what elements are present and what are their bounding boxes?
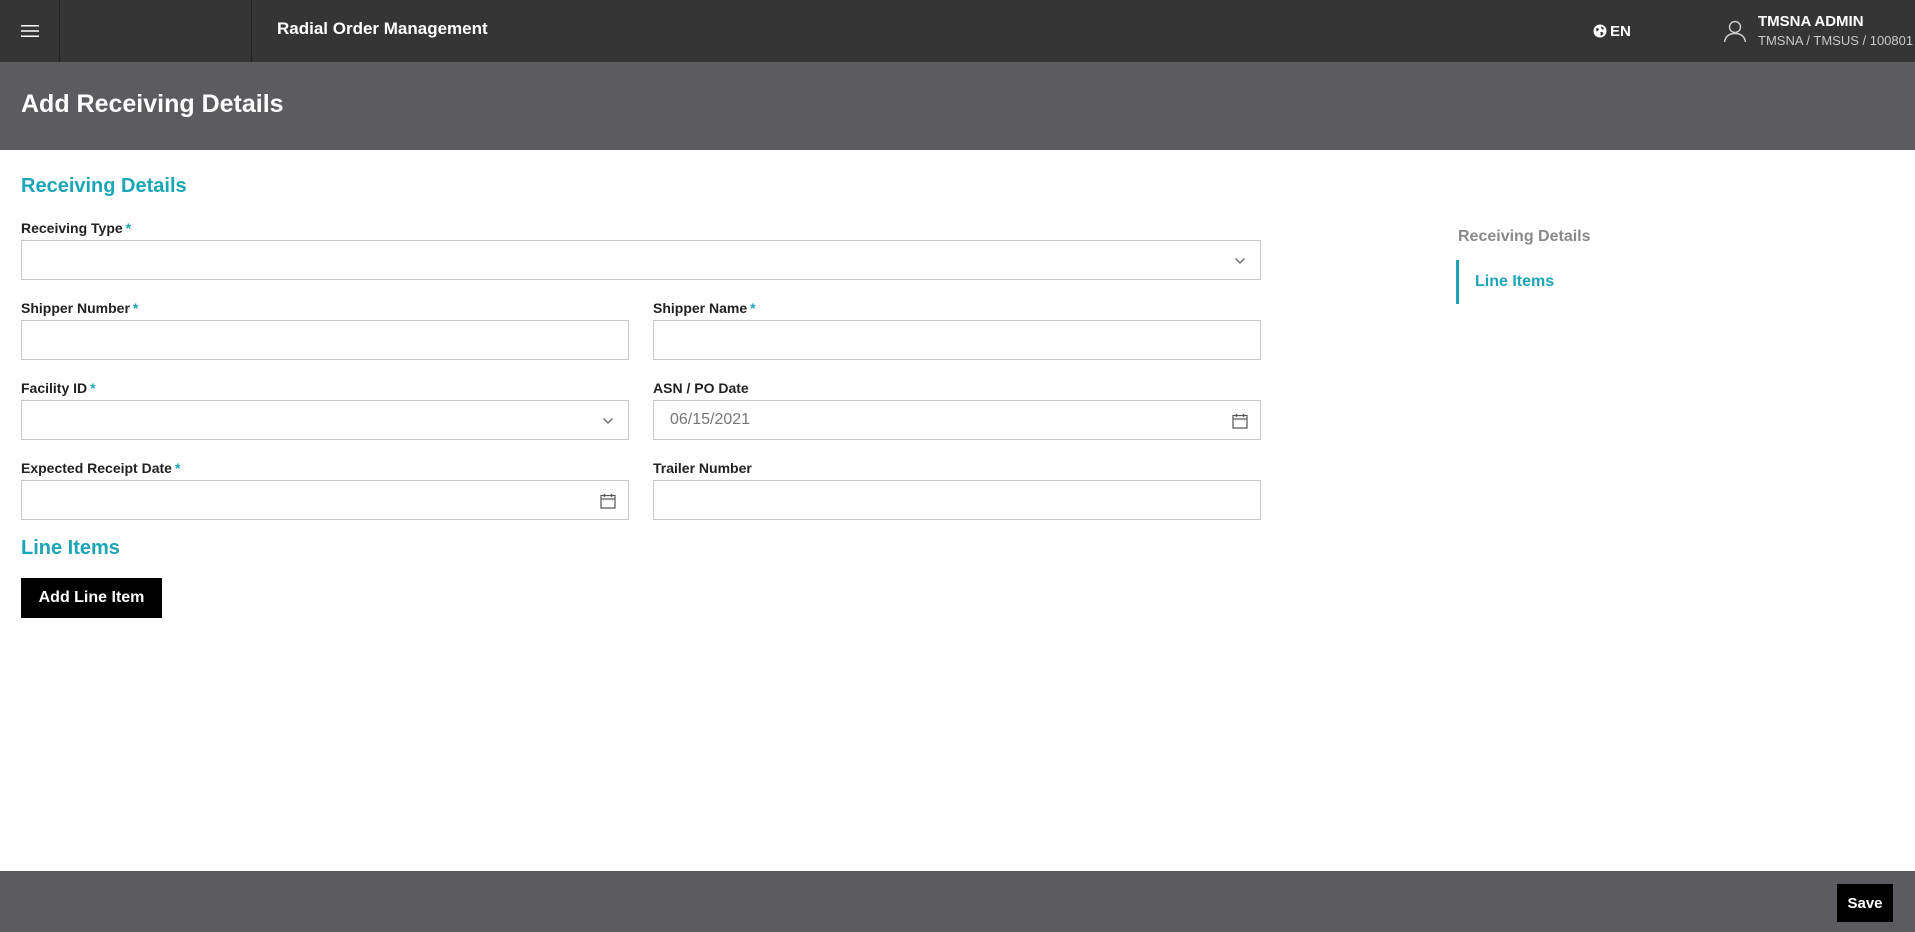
calendar-icon[interactable] [1230, 411, 1250, 431]
page-header: Add Receiving Details [0, 62, 1915, 150]
top-bar: Radial Order Management EN TMSNA ADMIN T… [0, 0, 1915, 62]
hamburger-icon [20, 25, 39, 37]
facility-id-select[interactable] [21, 400, 629, 440]
required-marker: * [125, 220, 132, 236]
user-name: TMSNA ADMIN [1758, 13, 1864, 30]
trailer-number-input[interactable] [654, 481, 1260, 519]
trailer-number-field[interactable] [653, 480, 1261, 520]
required-marker: * [90, 380, 96, 396]
section-title-line-items: Line Items [21, 537, 120, 559]
trailer-number-label: Trailer Number [653, 460, 752, 476]
asn-po-date-label: ASN / PO Date [653, 380, 749, 396]
footer-bar [0, 871, 1915, 932]
asn-po-date-label-text: ASN / PO Date [653, 380, 749, 396]
language-label: EN [1610, 22, 1631, 40]
trailer-number-label-text: Trailer Number [653, 460, 752, 476]
user-info: TMSNA ADMIN TMSNA / TMSUS / 100801 [1758, 12, 1913, 50]
menu-button[interactable] [0, 0, 60, 62]
required-marker: * [132, 300, 139, 316]
user-icon [1723, 20, 1747, 43]
globe-icon [1593, 24, 1607, 38]
asn-po-date-field[interactable] [653, 400, 1261, 440]
add-line-item-button[interactable]: Add Line Item [21, 578, 162, 618]
expected-receipt-date-field[interactable] [21, 480, 629, 520]
section-title-receiving-details: Receiving Details [21, 175, 187, 197]
facility-id-label: Facility ID * [21, 380, 96, 396]
side-nav-line-items[interactable]: Line Items [1456, 260, 1554, 304]
page-title: Add Receiving Details [21, 90, 284, 118]
shipper-number-input[interactable] [22, 321, 628, 359]
shipper-number-label-text: Shipper Number [21, 300, 130, 316]
required-marker: * [750, 300, 756, 316]
expected-receipt-date-label: Expected Receipt Date * [21, 460, 180, 476]
calendar-icon[interactable] [598, 491, 618, 511]
user-menu[interactable]: TMSNA ADMIN TMSNA / TMSUS / 100801 [1722, 10, 1913, 52]
shipper-name-label: Shipper Name * [653, 300, 756, 316]
shipper-name-label-text: Shipper Name [653, 300, 748, 316]
shipper-name-field[interactable] [653, 320, 1261, 360]
chevron-down-icon[interactable] [598, 411, 618, 431]
asn-po-date-input[interactable] [654, 401, 1260, 439]
receiving-type-label: Receiving Type * [21, 220, 131, 236]
shipper-number-field[interactable] [21, 320, 629, 360]
expected-receipt-date-input[interactable] [22, 481, 628, 519]
facility-id-label-text: Facility ID [21, 380, 88, 396]
shipper-name-input[interactable] [654, 321, 1260, 359]
receiving-type-select[interactable] [21, 240, 1261, 280]
side-nav-receiving-details[interactable]: Receiving Details [1458, 228, 1591, 246]
save-button[interactable]: Save [1837, 884, 1893, 922]
chevron-down-icon[interactable] [1230, 251, 1250, 271]
receiving-type-label-text: Receiving Type [21, 220, 123, 236]
app-title: Radial Order Management [277, 19, 488, 38]
user-context: TMSNA / TMSUS / 100801 [1758, 33, 1914, 48]
language-selector[interactable]: EN [1593, 20, 1631, 42]
shipper-number-label: Shipper Number * [21, 300, 138, 316]
required-marker: * [174, 460, 181, 476]
expected-receipt-date-label-text: Expected Receipt Date [21, 460, 172, 476]
brand-logo-slot [60, 0, 252, 62]
